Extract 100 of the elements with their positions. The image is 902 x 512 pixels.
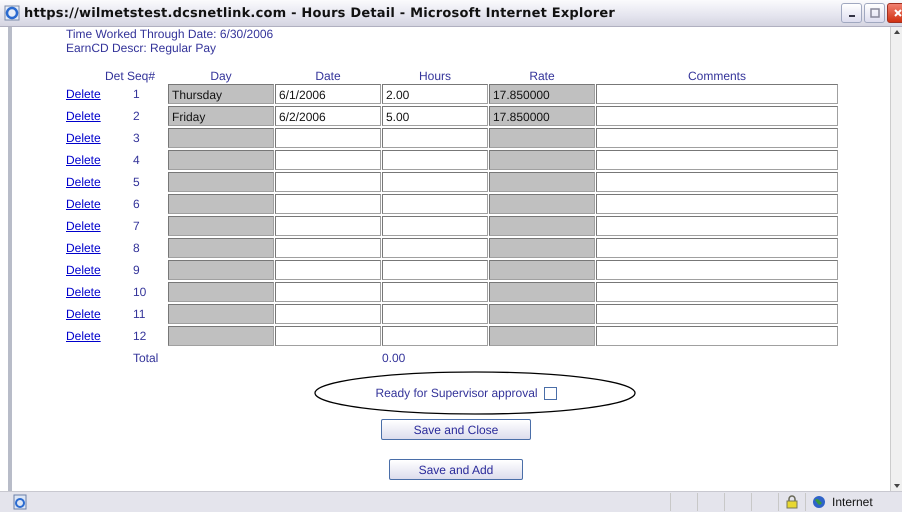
input-field[interactable]: [168, 304, 274, 324]
input-field[interactable]: 6/2/2006: [275, 106, 381, 126]
input-field[interactable]: 17.850000: [489, 106, 595, 126]
input-field[interactable]: [596, 106, 838, 126]
delete-link[interactable]: Delete: [66, 109, 101, 123]
delete-link[interactable]: Delete: [66, 153, 101, 167]
delete-link[interactable]: Delete: [66, 263, 101, 277]
input-field[interactable]: [382, 326, 488, 346]
zone-text: Internet: [832, 495, 873, 509]
delete-link[interactable]: Delete: [66, 285, 101, 299]
column-header: Hours: [418, 69, 451, 83]
minimize-icon: [848, 15, 854, 17]
input-field[interactable]: [168, 150, 274, 170]
column-header: Comments: [688, 69, 746, 83]
seq-number: 9: [133, 263, 140, 277]
input-field[interactable]: [489, 150, 595, 170]
delete-link[interactable]: Delete: [66, 87, 101, 101]
input-field[interactable]: [489, 326, 595, 346]
input-field[interactable]: 5.00: [382, 106, 488, 126]
seq-number: 3: [133, 131, 140, 145]
input-field[interactable]: [382, 128, 488, 148]
lock-icon: [785, 495, 799, 509]
seq-number: 11: [133, 307, 146, 321]
input-field[interactable]: [275, 150, 381, 170]
input-field[interactable]: 2.00: [382, 84, 488, 104]
input-field[interactable]: [596, 326, 838, 346]
window-title: https://wilmetstest.dcsnetlink.com - Hours Detail - Microsoft Internet Explorer: [24, 6, 616, 20]
input-field[interactable]: [275, 326, 381, 346]
delete-link[interactable]: Delete: [66, 307, 101, 321]
input-field[interactable]: [596, 238, 838, 258]
input-field[interactable]: [596, 84, 838, 104]
seq-number: 6: [133, 197, 140, 211]
input-field[interactable]: [168, 238, 274, 258]
input-field[interactable]: [596, 194, 838, 214]
seq-number: 8: [133, 241, 140, 255]
input-field[interactable]: [168, 282, 274, 302]
input-field[interactable]: [382, 282, 488, 302]
delete-link[interactable]: Delete: [66, 329, 101, 343]
input-field[interactable]: [489, 260, 595, 280]
input-field[interactable]: 6/1/2006: [275, 84, 381, 104]
seq-number: 1: [133, 87, 140, 101]
delete-link[interactable]: Delete: [66, 241, 101, 255]
delete-link[interactable]: Delete: [66, 131, 101, 145]
input-field[interactable]: [275, 128, 381, 148]
input-field[interactable]: [596, 128, 838, 148]
total-label: Total: [133, 351, 158, 365]
browser-icon: [4, 5, 20, 21]
seq-number: 4: [133, 153, 140, 167]
input-field[interactable]: [382, 216, 488, 236]
seq-number: 10: [133, 285, 146, 299]
input-field[interactable]: [596, 304, 838, 324]
input-field[interactable]: [382, 172, 488, 192]
input-field[interactable]: [489, 282, 595, 302]
input-field[interactable]: [489, 216, 595, 236]
input-field[interactable]: 17.850000: [489, 84, 595, 104]
delete-link[interactable]: Delete: [66, 219, 101, 233]
info-text: Time Worked Through Date: 6/30/2006: [66, 27, 274, 41]
seq-number: 2: [133, 109, 140, 123]
input-field[interactable]: [489, 128, 595, 148]
input-field[interactable]: [382, 194, 488, 214]
input-field[interactable]: [382, 260, 488, 280]
input-field[interactable]: [596, 216, 838, 236]
input-field[interactable]: [275, 172, 381, 192]
input-field[interactable]: [382, 238, 488, 258]
input-field[interactable]: [596, 260, 838, 280]
close-button[interactable]: [887, 3, 902, 23]
delete-link[interactable]: Delete: [66, 175, 101, 189]
input-field[interactable]: [382, 304, 488, 324]
form-button[interactable]: Save and Add: [389, 459, 523, 480]
input-field[interactable]: [168, 260, 274, 280]
close-icon: [892, 8, 902, 18]
scrollbar[interactable]: [890, 27, 902, 491]
column-header: Date: [315, 69, 341, 83]
input-field[interactable]: [275, 216, 381, 236]
input-field[interactable]: [489, 172, 595, 192]
input-field[interactable]: [596, 282, 838, 302]
input-field[interactable]: [275, 260, 381, 280]
input-field[interactable]: [275, 282, 381, 302]
input-field[interactable]: [168, 326, 274, 346]
input-field[interactable]: [275, 304, 381, 324]
input-field[interactable]: [489, 304, 595, 324]
input-field[interactable]: [489, 194, 595, 214]
input-field[interactable]: [168, 172, 274, 192]
input-field[interactable]: [168, 216, 274, 236]
input-field[interactable]: [489, 238, 595, 258]
approval-checkbox[interactable]: [544, 386, 557, 400]
delete-link[interactable]: Delete: [66, 197, 101, 211]
input-field[interactable]: [275, 238, 381, 258]
seq-number: 5: [133, 175, 140, 189]
column-header: Day: [210, 69, 232, 83]
form-button[interactable]: Save and Close: [381, 419, 531, 440]
input-field[interactable]: [596, 150, 838, 170]
input-field[interactable]: Friday: [168, 106, 274, 126]
input-field[interactable]: [275, 194, 381, 214]
input-field[interactable]: [596, 172, 838, 192]
minimize-button[interactable]: [841, 3, 862, 23]
input-field[interactable]: [168, 194, 274, 214]
input-field[interactable]: [382, 150, 488, 170]
input-field[interactable]: Thursday: [168, 84, 274, 104]
input-field[interactable]: [168, 128, 274, 148]
